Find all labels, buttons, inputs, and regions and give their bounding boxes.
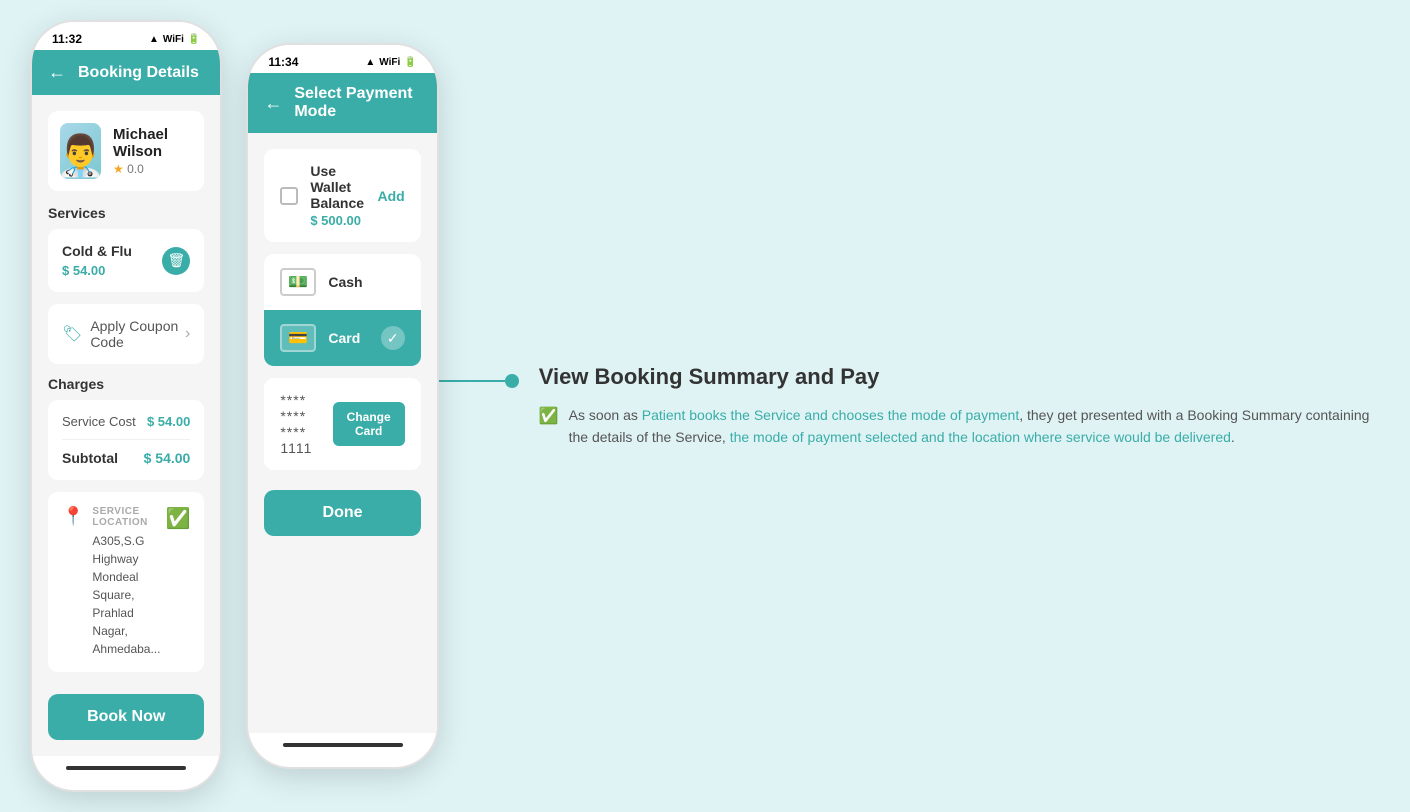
doctor-name: Michael Wilson — [113, 126, 192, 160]
charges-card: Service Cost $ 54.00 Subtotal $ 54.00 — [48, 400, 204, 480]
phone1-body: 👨‍⚕️ Michael Wilson ★ 0.0 Services Cold … — [32, 95, 220, 756]
info-panel: View Booking Summary and Pay ✅ As soon a… — [519, 364, 1380, 449]
card-check-icon: ✓ — [381, 326, 405, 350]
payment-phone: 11:34 ▲WiFi🔋 ← Select Payment Mode Use W… — [246, 43, 438, 769]
subtotal-value: $ 54.00 — [144, 450, 191, 466]
card-label: Card — [328, 330, 368, 346]
doctor-avatar: 👨‍⚕️ — [60, 123, 101, 179]
delete-service-button[interactable]: 🗑 — [162, 247, 190, 275]
bullet-check-icon: ✅ — [539, 406, 559, 426]
card-option[interactable]: 💳 Card ✓ — [264, 310, 420, 366]
status-bar-1: 11:32 ▲WiFi🔋 — [32, 22, 220, 50]
coupon-icon: 🏷 — [62, 324, 82, 344]
service-cost-value: $ 54.00 — [147, 414, 190, 429]
cash-label: Cash — [328, 274, 404, 290]
service-card: Cold & Flu $ 54.00 🗑 — [48, 229, 204, 292]
phone2-body: Use Wallet Balance $ 500.00 Add 💵 Cash 💳… — [248, 133, 436, 733]
home-indicator-1 — [66, 766, 186, 770]
bullet-highlight2: the mode of payment selected and the loc… — [730, 429, 1231, 445]
header-title-1: Booking Details — [78, 64, 199, 82]
bullet-text1: As soon as — [569, 407, 642, 423]
subtotal-row: Subtotal $ 54.00 — [62, 450, 190, 466]
info-title: View Booking Summary and Pay — [539, 364, 1380, 390]
header-1: ← Booking Details — [32, 50, 220, 95]
wallet-card: Use Wallet Balance $ 500.00 Add — [264, 149, 420, 242]
location-left: 📍 SERVICE LOCATION A305,S.G Highway Mond… — [62, 506, 165, 658]
wallet-balance: $ 500.00 — [310, 213, 365, 228]
star-icon: ★ — [113, 162, 124, 176]
wallet-title: Use Wallet Balance — [310, 163, 365, 211]
location-label: SERVICE LOCATION — [92, 506, 165, 528]
bullet-text: As soon as Patient books the Service and… — [569, 404, 1380, 449]
header-2: ← Select Payment Mode — [248, 73, 436, 133]
bullet-text3: . — [1231, 429, 1235, 445]
cash-option[interactable]: 💵 Cash — [264, 254, 420, 310]
info-bullet: ✅ As soon as Patient books the Service a… — [539, 404, 1380, 449]
coupon-card[interactable]: 🏷 Apply Coupon Code › — [48, 304, 204, 364]
card-number-row: **** **** **** 1111 Change Card — [264, 378, 420, 470]
status-icons-1: ▲WiFi🔋 — [149, 34, 200, 45]
service-name: Cold & Flu — [62, 243, 132, 259]
location-card: 📍 SERVICE LOCATION A305,S.G Highway Mond… — [48, 492, 204, 672]
back-button-1[interactable]: ← — [48, 62, 66, 83]
time-1: 11:32 — [52, 32, 82, 46]
service-cost-row: Service Cost $ 54.00 — [62, 414, 190, 440]
location-check-icon: ✅ — [165, 506, 190, 531]
book-now-button[interactable]: Book Now — [48, 694, 204, 740]
doctor-info: Michael Wilson ★ 0.0 — [113, 126, 192, 176]
coupon-arrow-icon: › — [185, 325, 190, 343]
change-card-button[interactable]: Change Card — [333, 402, 405, 446]
subtotal-label: Subtotal — [62, 450, 118, 466]
rating-value: 0.0 — [127, 162, 144, 176]
status-bar-2: 11:34 ▲WiFi🔋 — [248, 45, 436, 73]
doctor-rating: ★ 0.0 — [113, 162, 192, 176]
payment-methods-card: 💵 Cash 💳 Card ✓ — [264, 254, 420, 366]
header-title-2: Select Payment Mode — [294, 85, 420, 121]
coupon-text: Apply Coupon Code — [90, 318, 185, 350]
time-2: 11:34 — [268, 55, 298, 69]
service-price: $ 54.00 — [62, 263, 132, 278]
bullet-highlight1: Patient books the Service and chooses th… — [642, 407, 1019, 423]
wallet-info: Use Wallet Balance $ 500.00 — [310, 163, 365, 228]
wallet-checkbox[interactable] — [280, 187, 298, 205]
home-indicator-2 — [283, 743, 403, 747]
cash-icon: 💵 — [280, 268, 316, 296]
wallet-add-button[interactable]: Add — [377, 188, 404, 204]
doctor-card: 👨‍⚕️ Michael Wilson ★ 0.0 — [48, 111, 204, 191]
connector-line — [439, 380, 519, 382]
location-address2: Mondeal Square, Prahlad Nagar, Ahmedaba.… — [92, 568, 165, 658]
services-label: Services — [48, 205, 204, 221]
card-number: **** **** **** 1111 — [280, 392, 332, 456]
avatar-icon: 👨‍⚕️ — [60, 132, 101, 179]
location-address1: A305,S.G Highway — [92, 532, 165, 568]
back-button-2[interactable]: ← — [264, 93, 282, 114]
service-cost-label: Service Cost — [62, 414, 136, 429]
charges-label: Charges — [48, 376, 204, 392]
coupon-left: 🏷 Apply Coupon Code — [62, 318, 185, 350]
card-icon: 💳 — [280, 324, 316, 352]
location-pin-icon: 📍 — [62, 506, 84, 658]
location-details: SERVICE LOCATION A305,S.G Highway Mondea… — [92, 506, 165, 658]
done-button[interactable]: Done — [264, 490, 420, 536]
booking-details-phone: 11:32 ▲WiFi🔋 ← Booking Details 👨‍⚕️ Mich… — [30, 20, 222, 792]
status-icons-2: ▲WiFi🔋 — [365, 57, 416, 68]
